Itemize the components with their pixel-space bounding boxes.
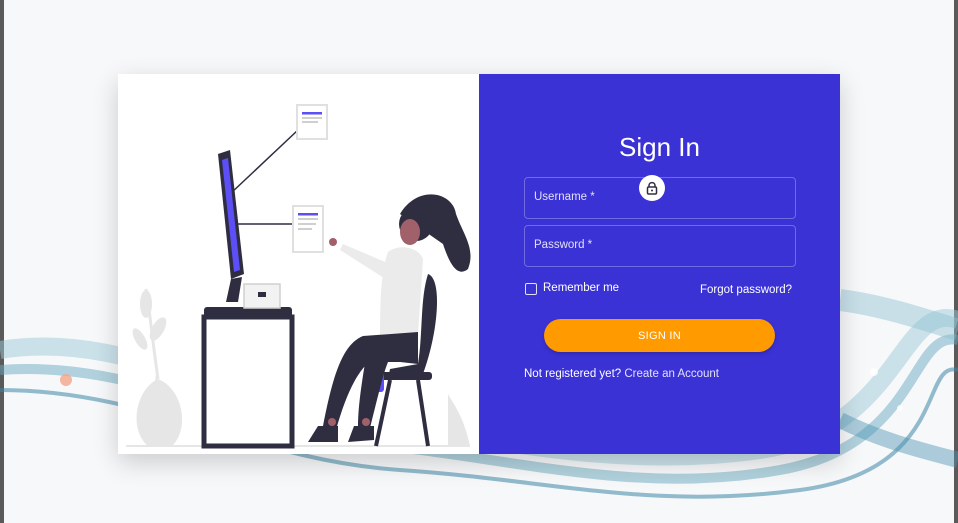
password-label: Password * [534,239,593,251]
sign-in-button[interactable]: SIGN IN [544,319,775,352]
woman-at-computer-illustration [126,104,471,449]
remember-me-checkbox[interactable] [525,283,537,295]
illustration-panel [118,74,479,454]
not-registered-text: Not registered yet? [524,368,622,380]
forgot-password-link[interactable]: Forgot password? [700,284,792,296]
username-label: Username * [534,191,595,203]
username-field[interactable]: Username * [524,177,796,219]
login-card: Sign In Username * Password * Remember m… [118,74,840,454]
password-field[interactable]: Password * [524,225,796,267]
register-prompt: Not registered yet? Create an Account [524,368,719,380]
remember-me-label[interactable]: Remember me [543,282,619,294]
create-account-link[interactable]: Create an Account [624,368,719,380]
page-title: Sign In [619,132,700,162]
